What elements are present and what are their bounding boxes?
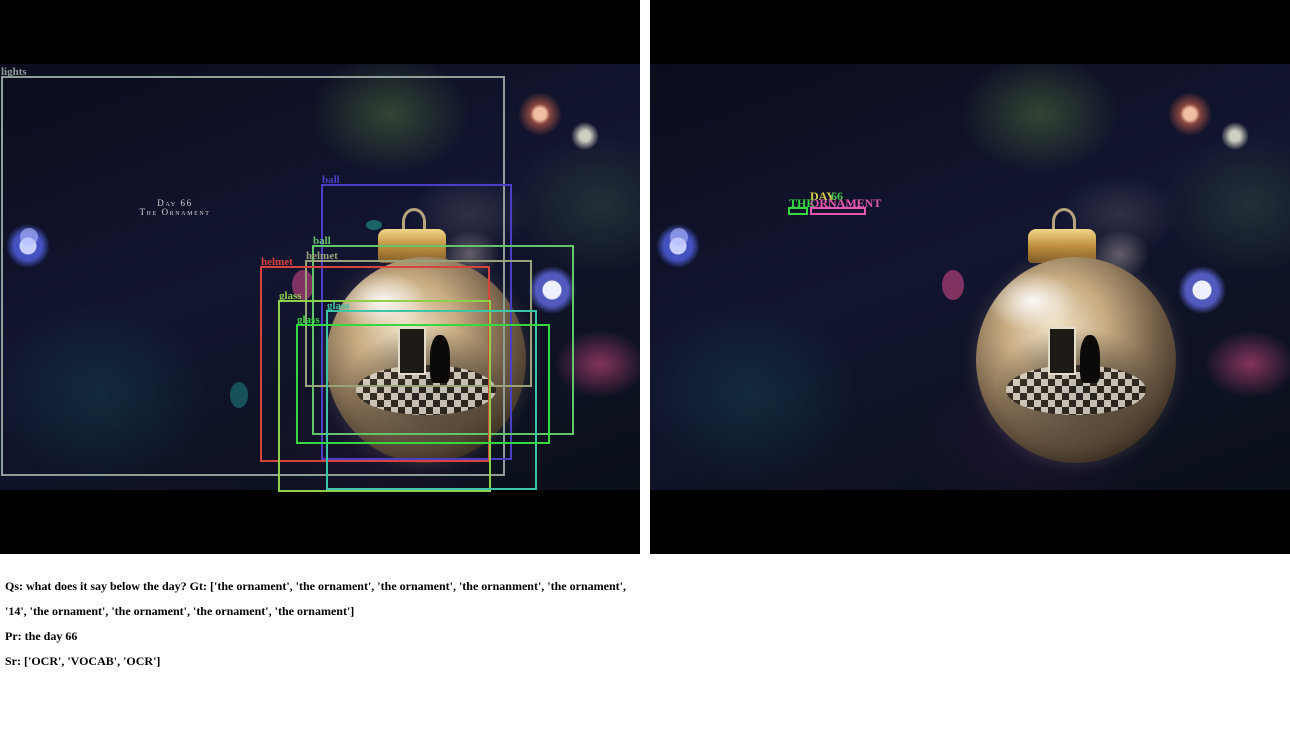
reflection-door [1048,327,1076,375]
bbox-label-ball: ball [313,235,331,247]
ocr-label-ornament: ORNAMENT [810,196,882,210]
reflection-figure [1080,335,1100,383]
bokeh-light [670,228,688,246]
bbox-label-glass: glass [279,290,302,302]
bbox-label-glass: glass [297,314,320,326]
right-image-panel: DAY 66 ORNAMENT THE [650,0,1290,554]
left-image-panel: Day 66 The Ornament lights ball ball hel… [0,0,640,554]
question-line-1: Qs: what does it say below the day? Gt: … [5,579,626,593]
bbox-glass [296,324,550,444]
question-line-2: '14', 'the ornament', 'the ornament', 't… [5,604,355,618]
ocr-label-the: THE [789,196,815,210]
reflection-floor [1006,365,1146,415]
bbox-label-lights: lights [1,66,27,78]
bokeh-light [942,270,964,300]
ornament-photo [650,64,1290,490]
prediction-line: Pr: the day 66 [5,629,78,643]
bbox-label-ball: ball [322,174,340,186]
ornament-ball [976,257,1176,463]
bbox-label-glass: glass [327,300,350,312]
bbox-label-helmet: helmet [261,256,293,268]
bbox-label-helmet: helmet [306,250,338,262]
sources-line: Sr: ['OCR', 'VOCAB', 'OCR'] [5,654,161,668]
